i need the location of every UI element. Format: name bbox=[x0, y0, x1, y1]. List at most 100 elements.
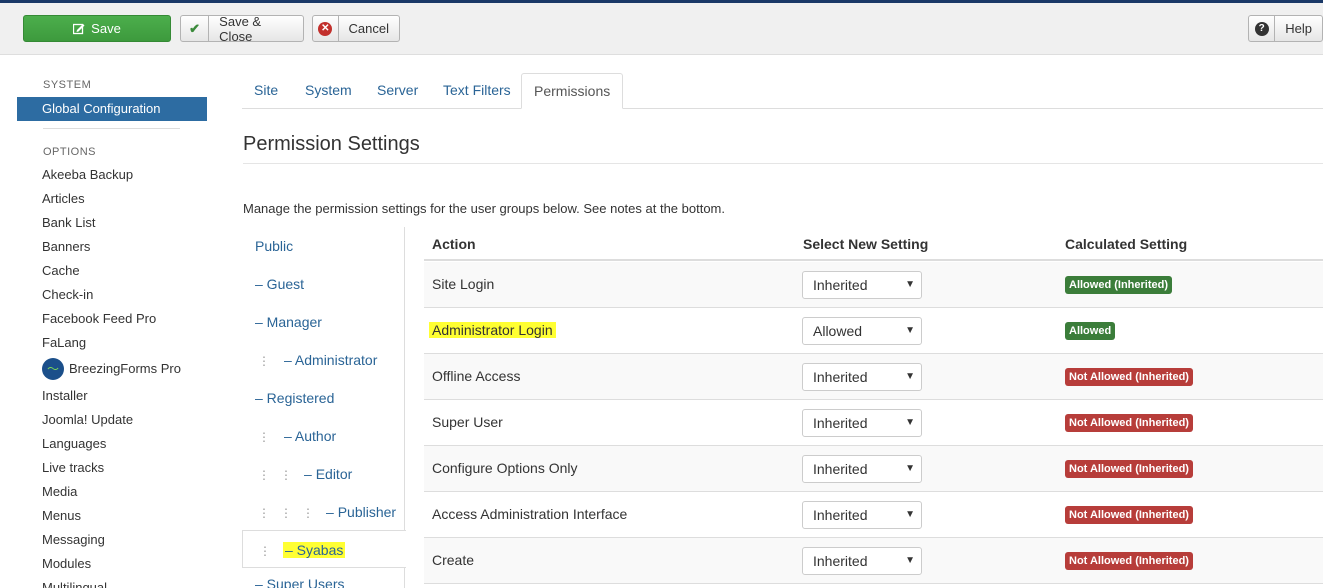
action-label: Administrator Login bbox=[429, 322, 556, 338]
group-item[interactable]: ⋮ ⋮ ⋮ – Publisher bbox=[242, 493, 405, 531]
cancel-button[interactable]: ✕ Cancel bbox=[312, 15, 400, 42]
group-label: – Guest bbox=[255, 276, 305, 292]
sidebar-item[interactable]: Media bbox=[42, 483, 77, 501]
status-badge: Not Allowed (Inherited) bbox=[1065, 506, 1193, 524]
sidebar-item[interactable]: Banners bbox=[42, 238, 90, 256]
sidebar-item[interactable]: Bank List bbox=[42, 214, 95, 232]
breezingforms-logo-icon: 〜 bbox=[42, 358, 64, 380]
tab-system[interactable]: System bbox=[293, 73, 364, 109]
save-close-button[interactable]: ✔ Save & Close bbox=[180, 13, 304, 44]
help-button[interactable]: ? Help bbox=[1248, 15, 1323, 42]
table-row: Access Administration Interface Inherite… bbox=[424, 492, 1323, 538]
setting-select[interactable]: Inherited ▼ bbox=[802, 271, 922, 299]
sidebar-item[interactable]: Facebook Feed Pro bbox=[42, 310, 156, 328]
select-value: Allowed bbox=[813, 323, 863, 339]
sidebar-item[interactable]: Live tracks bbox=[42, 459, 104, 477]
action-label: Create bbox=[432, 552, 475, 568]
action-label: Site Login bbox=[432, 276, 495, 292]
column-header: Select New Setting bbox=[803, 236, 929, 252]
sidebar-divider bbox=[43, 128, 180, 129]
sidebar-item[interactable]: Articles bbox=[42, 190, 85, 208]
tree-dots: ⋮ bbox=[258, 430, 270, 444]
column-header: Action bbox=[432, 236, 476, 252]
description: Manage the permission settings for the u… bbox=[243, 201, 726, 216]
group-item[interactable]: – Manager bbox=[242, 303, 405, 341]
table-row: Administrator Login Allowed ▼ Allowed bbox=[424, 308, 1323, 354]
chevron-down-icon: ▼ bbox=[905, 463, 915, 474]
table-row: Create Inherited ▼ Not Allowed (Inherited… bbox=[424, 538, 1323, 584]
sidebar-system-heading: SYSTEM bbox=[43, 79, 92, 91]
tab-permissions[interactable]: Permissions bbox=[521, 73, 624, 109]
select-value: Inherited bbox=[813, 507, 868, 523]
select-value: Inherited bbox=[813, 461, 868, 477]
save-label: Save bbox=[91, 21, 121, 36]
group-item[interactable]: – Guest bbox=[242, 265, 405, 303]
table-row: Configure Options Only Inherited ▼ Not Al… bbox=[424, 446, 1323, 492]
column-header: Calculated Setting bbox=[1065, 236, 1188, 252]
checkmark-icon: ✔ bbox=[181, 16, 210, 41]
sidebar-item[interactable]: Multilingual bbox=[42, 579, 107, 588]
save-close-label: Save & Close bbox=[219, 13, 262, 44]
group-item[interactable]: – Registered bbox=[242, 379, 405, 417]
action-label: Configure Options Only bbox=[432, 460, 578, 476]
sidebar-item[interactable]: Check-in bbox=[42, 286, 93, 304]
tab-server[interactable]: Server bbox=[365, 73, 430, 109]
group-label: – Administrator bbox=[284, 352, 378, 368]
sidebar-item[interactable]: Messaging bbox=[42, 531, 105, 549]
select-value: Inherited bbox=[813, 553, 868, 569]
group-item[interactable]: – Super Users bbox=[242, 568, 405, 588]
sidebar-item-label: BreezingForms Pro bbox=[69, 361, 181, 376]
sidebar-item[interactable]: Akeeba Backup bbox=[42, 166, 133, 184]
status-badge: Not Allowed (Inherited) bbox=[1065, 368, 1193, 386]
save-button[interactable]: Save bbox=[23, 15, 171, 42]
sidebar-item[interactable]: Installer bbox=[42, 387, 88, 405]
group-item[interactable]: ⋮ ⋮ – Editor bbox=[242, 455, 405, 493]
status-badge: Not Allowed (Inherited) bbox=[1065, 460, 1193, 478]
user-group-list: Public – Guest – Manager ⋮ – Administrato… bbox=[242, 227, 406, 588]
sidebar-options-heading: OPTIONS bbox=[43, 146, 97, 158]
group-item[interactable]: ⋮ – Administrator bbox=[242, 341, 405, 379]
group-label: – Editor bbox=[304, 466, 353, 482]
chevron-down-icon: ▼ bbox=[905, 555, 915, 566]
setting-select[interactable]: Allowed ▼ bbox=[802, 317, 922, 345]
table-row: Site Login Inherited ▼ Allowed (Inherited… bbox=[424, 262, 1323, 308]
table-row: Super User Inherited ▼ Not Allowed (Inher… bbox=[424, 400, 1323, 446]
group-item[interactable]: Public bbox=[242, 227, 405, 265]
page-title: Permission Settings bbox=[243, 133, 420, 155]
group-label: – Super Users bbox=[255, 576, 345, 588]
group-label: Public bbox=[255, 238, 294, 254]
action-label: Super User bbox=[432, 414, 503, 430]
cancel-label: Cancel bbox=[348, 21, 389, 36]
tab-text-filters[interactable]: Text Filters bbox=[431, 73, 523, 109]
tab-site[interactable]: Site bbox=[242, 73, 290, 109]
sidebar-item[interactable]: Languages bbox=[42, 435, 106, 453]
chevron-down-icon: ▼ bbox=[905, 325, 915, 336]
sidebar-item-breezingforms[interactable]: 〜 BreezingForms Pro bbox=[42, 358, 181, 380]
group-item[interactable]: ⋮ – Author bbox=[242, 417, 405, 455]
group-label: – Registered bbox=[255, 390, 335, 406]
group-item-active[interactable]: ⋮ – Syabas bbox=[242, 530, 406, 568]
setting-select[interactable]: Inherited ▼ bbox=[802, 547, 922, 575]
help-icon-wrap: ? bbox=[1249, 16, 1276, 41]
setting-select[interactable]: Inherited ▼ bbox=[802, 501, 922, 529]
edit-icon bbox=[73, 16, 91, 41]
sidebar-item[interactable]: Joomla! Update bbox=[42, 411, 133, 429]
tree-dots: ⋮ bbox=[258, 354, 270, 368]
group-label: – Syabas bbox=[283, 542, 346, 558]
setting-select[interactable]: Inherited ▼ bbox=[802, 363, 922, 391]
select-value: Inherited bbox=[813, 369, 868, 385]
tree-dots: ⋮ bbox=[259, 544, 271, 558]
select-value: Inherited bbox=[813, 415, 868, 431]
sidebar-item[interactable]: Cache bbox=[42, 262, 80, 280]
sidebar-item[interactable]: Modules bbox=[42, 555, 91, 573]
chevron-down-icon: ▼ bbox=[905, 509, 915, 520]
sidebar-item[interactable]: FaLang bbox=[42, 334, 86, 352]
divider bbox=[243, 163, 1323, 164]
sidebar-item-global-configuration[interactable]: Global Configuration bbox=[17, 97, 207, 121]
setting-select[interactable]: Inherited ▼ bbox=[802, 409, 922, 437]
sidebar-item[interactable]: Menus bbox=[42, 507, 81, 525]
setting-select[interactable]: Inherited ▼ bbox=[802, 455, 922, 483]
tree-dots: ⋮ ⋮ ⋮ bbox=[258, 506, 315, 520]
tree-dots: ⋮ ⋮ bbox=[258, 468, 293, 482]
table-row: Offline Access Inherited ▼ Not Allowed (I… bbox=[424, 354, 1323, 400]
